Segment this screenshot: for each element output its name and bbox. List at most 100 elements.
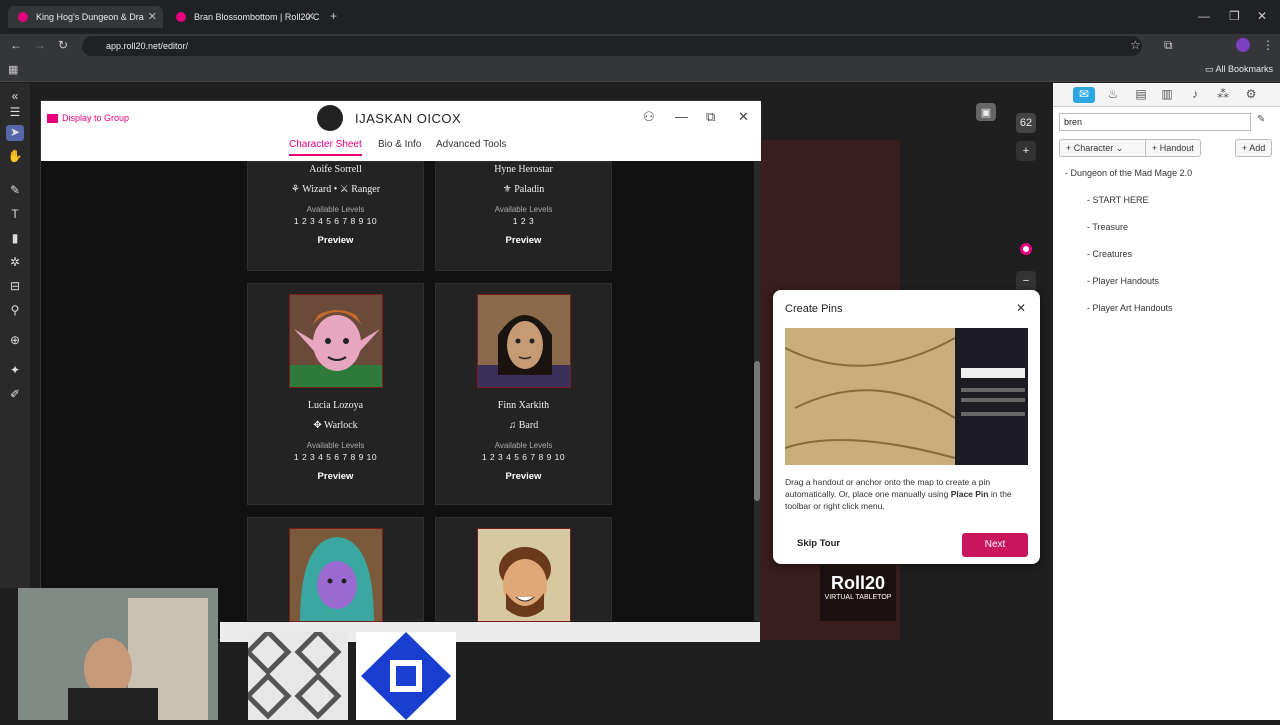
journal-search-input[interactable]: bren — [1059, 113, 1251, 131]
pin-icon[interactable]: ⚲ — [6, 303, 24, 319]
bookmark-star-icon[interactable]: ☆ — [1130, 38, 1141, 52]
portrait-image — [288, 294, 383, 388]
browser-tab-active[interactable]: King Hog's Dungeon & Dra ✕ — [8, 6, 163, 28]
journal-subfolder[interactable]: - Player Handouts — [1087, 276, 1159, 286]
level-list[interactable]: 1 2 3 4 5 6 7 8 9 10 — [248, 452, 423, 462]
preview-button[interactable]: Preview — [436, 471, 611, 482]
portrait-image — [288, 528, 383, 622]
popout-icon[interactable]: ⧉ — [706, 109, 715, 125]
extensions-icon[interactable]: ⧉ — [1164, 38, 1173, 53]
forward-icon[interactable]: → — [34, 38, 46, 52]
display-to-group-button[interactable]: Display to Group — [47, 113, 129, 124]
available-levels-label: Available Levels — [306, 205, 365, 214]
add-button[interactable]: + Add — [1235, 139, 1273, 157]
portrait-image — [477, 295, 570, 387]
card-classes: ⚘ Wizard • ⚔ Ranger — [290, 184, 381, 195]
slider-handle[interactable] — [1020, 243, 1032, 255]
all-bookmarks-folder[interactable]: ▭ All Bookmarks — [1205, 64, 1273, 75]
art-library-icon[interactable]: ♨ — [1105, 87, 1121, 103]
minimize-icon[interactable]: — — [675, 109, 688, 124]
paladin-icon: ⚜ — [502, 184, 515, 195]
control-permission-icon[interactable]: ⚇ — [643, 109, 655, 125]
ruler-icon[interactable]: ⊟ — [6, 279, 24, 295]
minus-button[interactable]: − — [1016, 271, 1036, 291]
scrollbar[interactable] — [754, 161, 760, 621]
skip-tour-button[interactable]: Skip Tour — [797, 538, 840, 549]
add-handout-button[interactable]: + Handout — [1145, 139, 1201, 157]
scrollbar-thumb[interactable] — [754, 361, 760, 501]
jukebox-icon[interactable]: ♪ — [1187, 87, 1203, 103]
new-tab-button[interactable]: + — [330, 9, 337, 23]
journal-subfolder[interactable]: - START HERE — [1087, 195, 1149, 205]
wizard-icon: ⚘ — [290, 184, 303, 195]
menu-icon[interactable]: ☰ — [6, 105, 24, 121]
close-icon[interactable]: ✕ — [148, 6, 157, 28]
compendium-icon[interactable]: ▥ — [1159, 87, 1175, 103]
settings-gear-icon[interactable]: ⚙ — [1243, 87, 1259, 103]
profile-avatar[interactable] — [1236, 38, 1250, 52]
dice-icon[interactable]: ✦ — [6, 363, 24, 379]
close-icon[interactable]: ✕ — [306, 6, 315, 28]
available-levels-label: Available Levels — [494, 441, 553, 450]
handout-icon[interactable]: ▮ — [6, 231, 24, 247]
character-dialog: Display to Group IJASKAN OICOX ⚇ — ⧉ ✕ C… — [40, 100, 761, 640]
character-dropdown[interactable]: + Character ⌄ — [1059, 139, 1149, 157]
journal-subfolder[interactable]: - Creatures — [1087, 249, 1132, 259]
character-card: Aoife Sorrell ⚘ Wizard • ⚔ Ranger Availa… — [247, 161, 424, 271]
character-card — [435, 517, 612, 622]
close-icon[interactable]: ✕ — [738, 109, 749, 125]
level-list[interactable]: 1 2 3 4 5 6 7 8 9 10 — [436, 452, 611, 462]
add-page-button[interactable]: + — [1016, 141, 1036, 161]
preview-button[interactable]: Preview — [436, 235, 611, 246]
effects-icon[interactable]: ⊕ — [6, 333, 24, 349]
available-levels-label: Available Levels — [306, 441, 365, 450]
level-list[interactable]: 1 2 3 4 5 6 7 8 9 10 — [248, 216, 423, 226]
journal-subfolder[interactable]: - Player Art Handouts — [1087, 303, 1173, 313]
folder-icon: ▭ — [1205, 64, 1216, 74]
trash-icon[interactable]: ▣ — [976, 103, 996, 121]
pan-hand-icon[interactable]: ✋ — [6, 149, 24, 165]
apps-grid-icon[interactable]: ▦ — [8, 63, 18, 76]
reload-icon[interactable]: ↻ — [58, 38, 68, 52]
tab-bio-info[interactable]: Bio & Info — [378, 139, 421, 150]
text-tool-icon[interactable]: T — [6, 207, 24, 223]
back-icon[interactable]: ← — [10, 38, 22, 52]
card-classes: ♫ Bard — [508, 420, 539, 431]
collection-icon[interactable]: ⁂ — [1215, 87, 1231, 103]
journal-icon[interactable]: ▤ — [1133, 87, 1149, 103]
journal-folder[interactable]: - Dungeon of the Mad Mage 2.0 — [1065, 168, 1192, 178]
browser-tab[interactable]: Bran Blossombottom | Roll20 C ✕ — [166, 6, 321, 28]
preview-button[interactable]: Preview — [248, 235, 423, 246]
logo-subtext: VIRTUAL TABLETOP — [824, 594, 892, 601]
browser-tab-strip: King Hog's Dungeon & Dra ✕ Bran Blossomb… — [0, 0, 1280, 34]
restore-window-icon[interactable]: ❐ — [1229, 9, 1240, 23]
draw-pen-icon[interactable]: ✎ — [6, 183, 24, 199]
card-name: Aoife Sorrell — [309, 164, 362, 175]
character-name: IJASKAN OICOX — [355, 111, 462, 126]
journal-panel: ✉ ♨ ▤ ▥ ♪ ⁂ ⚙ bren ✎ + Character ⌄ + Han… — [1053, 83, 1280, 720]
journal-subfolder[interactable]: - Treasure — [1087, 222, 1128, 232]
url-input[interactable]: app.roll20.net/editor/ — [82, 36, 1142, 56]
fog-brush-icon[interactable]: ✐ — [6, 387, 24, 403]
bookmarks-bar: ▦ ▭ All Bookmarks — [0, 58, 1280, 82]
card-classes: ✥ Warlock — [313, 420, 358, 431]
next-button[interactable]: Next — [962, 533, 1028, 557]
preview-button[interactable]: Preview — [248, 471, 423, 482]
available-levels-label: Available Levels — [494, 205, 553, 214]
chat-icon[interactable]: ✉ — [1073, 87, 1095, 103]
tour-illustration — [785, 328, 1028, 465]
blue-token-thumbnail[interactable] — [356, 632, 456, 720]
collapse-icon[interactable]: « — [6, 89, 24, 105]
select-tool-icon[interactable]: ➤ — [6, 125, 24, 141]
tab-character-sheet[interactable]: Character Sheet — [289, 139, 362, 156]
gear-icon[interactable]: ✲ — [6, 255, 24, 271]
close-icon[interactable]: ✕ — [1016, 301, 1026, 315]
filter-icon[interactable]: ✎ — [1257, 114, 1265, 125]
more-menu-icon[interactable]: ⋮ — [1262, 38, 1274, 52]
portrait-image — [476, 528, 571, 622]
tab-advanced-tools[interactable]: Advanced Tools — [436, 139, 506, 150]
close-window-icon[interactable]: ✕ — [1257, 9, 1267, 23]
pattern-thumbnail[interactable] — [244, 628, 348, 720]
level-list[interactable]: 1 2 3 — [436, 216, 611, 226]
minimize-window-icon[interactable]: — — [1198, 9, 1210, 23]
